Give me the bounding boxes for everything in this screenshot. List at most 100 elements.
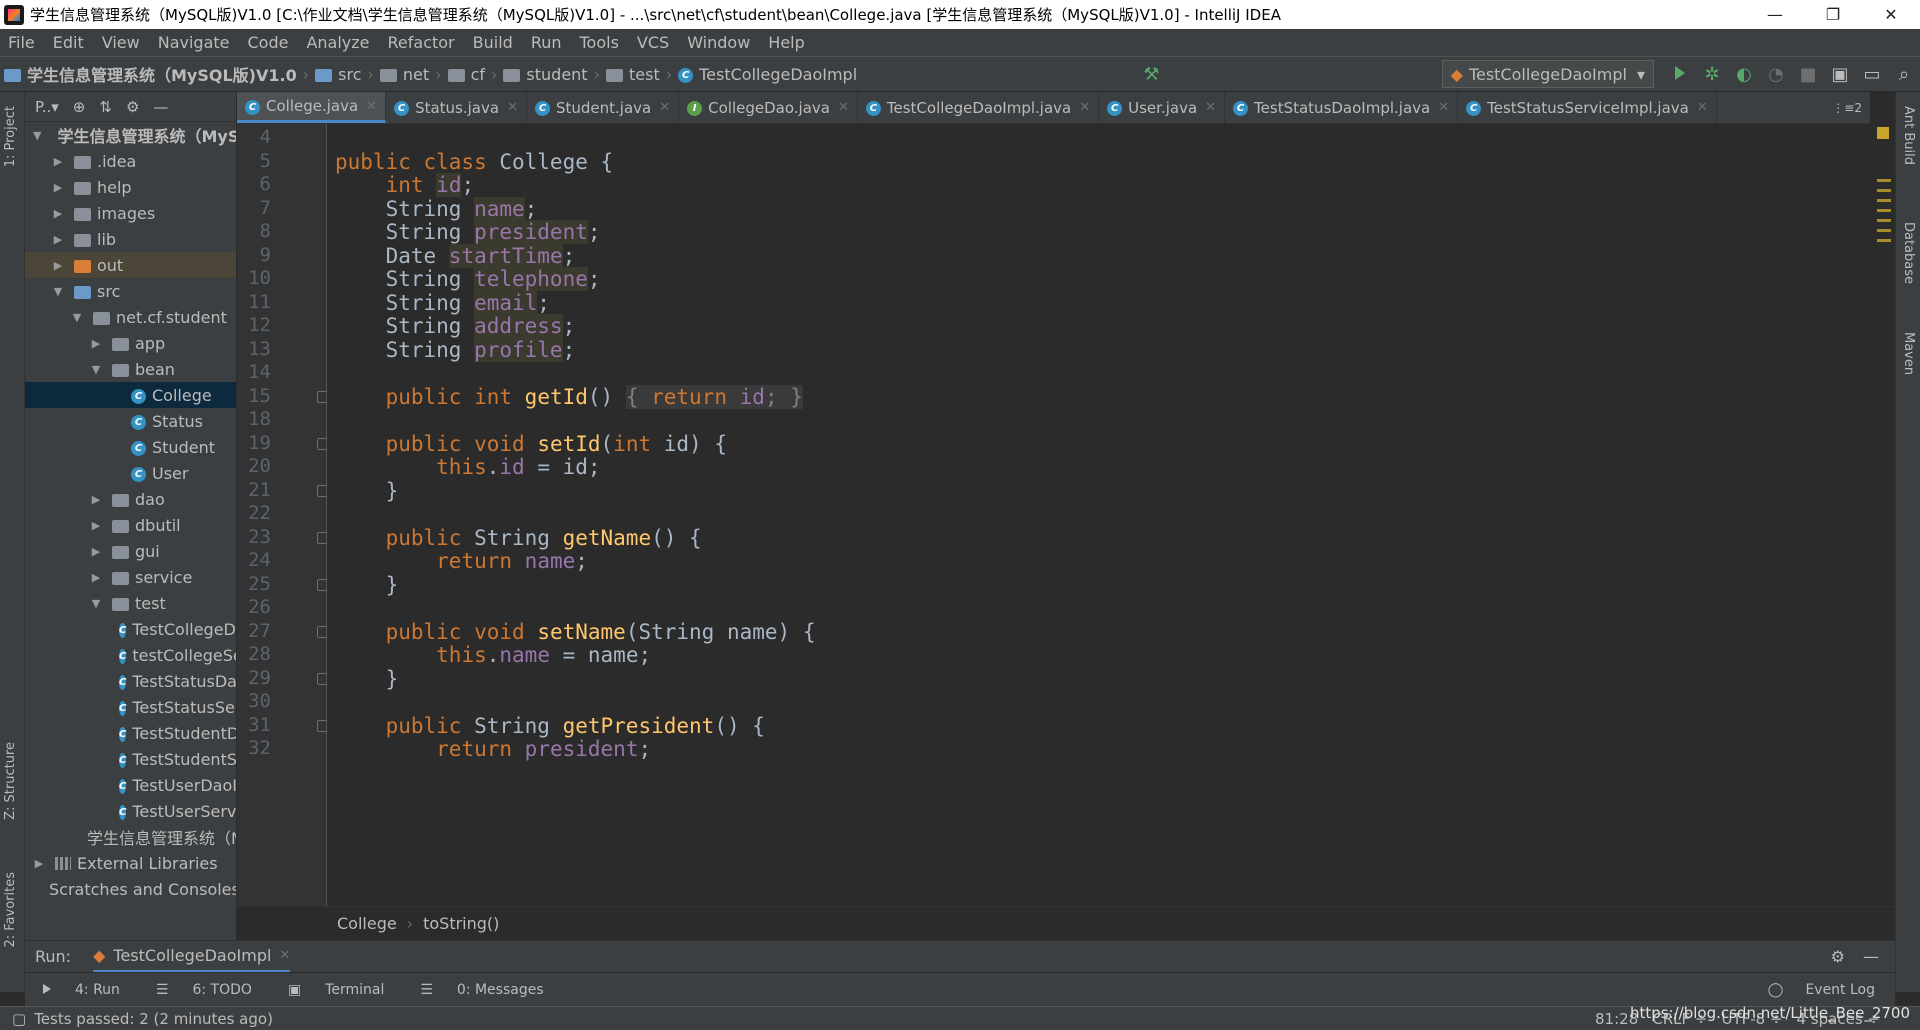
locate-icon[interactable]: ⊕ xyxy=(73,98,86,116)
nav-crumb-project[interactable]: 学生信息管理系统（MySQL版)V1.0 xyxy=(0,62,301,86)
expanded-arrow-icon[interactable]: ▼ xyxy=(52,285,64,298)
collapse-all-icon[interactable]: ⇅ xyxy=(99,98,112,116)
expanded-arrow-icon[interactable]: ▼ xyxy=(71,311,83,324)
menu-vcs[interactable]: VCS xyxy=(629,33,679,52)
code-line[interactable]: String president; xyxy=(335,220,601,244)
gear-icon[interactable]: ⚙ xyxy=(126,98,139,116)
menu-code[interactable]: Code xyxy=(240,33,299,52)
structure-tool-tab[interactable]: Z: Structure xyxy=(3,742,18,820)
code-line[interactable]: this.id = id; xyxy=(335,455,600,479)
run-config-tab[interactable]: ◆ TestCollegeDaoImpl ✕ xyxy=(93,941,291,972)
breadcrumb-class[interactable]: College xyxy=(337,914,397,933)
expanded-arrow-icon[interactable]: ▼ xyxy=(90,597,102,610)
menu-file[interactable]: File xyxy=(0,33,45,52)
tree-item[interactable]: ▼ src xyxy=(25,278,236,304)
collapsed-arrow-icon[interactable]: ▶ xyxy=(52,181,64,194)
close-button[interactable]: ✕ xyxy=(1862,5,1920,24)
collapsed-arrow-icon[interactable]: ▶ xyxy=(90,337,102,350)
tree-item[interactable]: ▶ lib xyxy=(25,226,236,252)
ant-build-tool-tab[interactable]: Ant Build xyxy=(1901,106,1916,165)
run-button[interactable] xyxy=(1664,64,1696,85)
collapsed-arrow-icon[interactable]: ▶ xyxy=(33,857,45,870)
tab-status-java[interactable]: C Status.java ✕ xyxy=(386,92,527,123)
nav-crumb-src[interactable]: src xyxy=(311,65,365,84)
tab-teststatusserviceimpl-java[interactable]: C TestStatusServiceImpl.java ✕ xyxy=(1458,92,1717,123)
collapsed-arrow-icon[interactable]: ▶ xyxy=(90,493,102,506)
profile-button[interactable]: ◔ xyxy=(1760,64,1792,85)
menu-view[interactable]: View xyxy=(94,33,150,52)
close-tab-icon[interactable]: ✕ xyxy=(1205,100,1216,115)
project-structure-button[interactable]: ▣ xyxy=(1824,64,1856,85)
code-line[interactable]: return name; xyxy=(335,549,588,573)
tree-item[interactable]: C Status xyxy=(25,408,236,434)
tree-item[interactable]: C TestStatusServiceImpl xyxy=(25,694,236,720)
menu-build[interactable]: Build xyxy=(465,33,523,52)
tree-item[interactable]: ▶ images xyxy=(25,200,236,226)
menu-edit[interactable]: Edit xyxy=(45,33,94,52)
tree-item[interactable]: C TestStudentServiceImpl xyxy=(25,746,236,772)
close-tab-icon[interactable]: ✕ xyxy=(279,948,290,963)
code-line[interactable]: String name; xyxy=(335,196,537,221)
code-line[interactable]: String telephone; xyxy=(335,267,601,291)
tree-item[interactable]: C Student xyxy=(25,434,236,460)
tree-item[interactable]: 学生信息管理系统（MySQL版)V1.0.iml xyxy=(25,824,236,850)
code-editor[interactable]: public class College { int id; String na… xyxy=(327,124,1870,906)
menu-window[interactable]: Window xyxy=(679,33,760,52)
tree-item[interactable]: C TestCollegeDaoImpl xyxy=(25,616,236,642)
restore-button[interactable]: ❐ xyxy=(1804,5,1862,24)
tree-item[interactable]: C TestStatusDaoImpl xyxy=(25,668,236,694)
expanded-arrow-icon[interactable]: ▼ xyxy=(90,363,102,376)
code-line[interactable]: public class College { xyxy=(335,150,613,174)
tree-item[interactable]: ▶ service xyxy=(25,564,236,590)
code-line[interactable]: public String getPresident() { xyxy=(335,714,765,738)
debug-button[interactable]: ✲ xyxy=(1696,64,1728,85)
search-icon[interactable]: ⌕ xyxy=(1888,64,1920,85)
collapsed-arrow-icon[interactable]: ▶ xyxy=(52,155,64,168)
close-tab-icon[interactable]: ✕ xyxy=(1438,100,1449,115)
code-line[interactable]: } xyxy=(335,667,399,691)
menu-refactor[interactable]: Refactor xyxy=(380,33,465,52)
tree-item[interactable]: C TestUserDaoImpl xyxy=(25,772,236,798)
tab-collegedao-java[interactable]: I CollegeDao.java ✕ xyxy=(679,92,858,123)
tree-item[interactable]: ▼ net.cf.student xyxy=(25,304,236,330)
project-view-selector[interactable]: P..▾ xyxy=(35,98,59,116)
code-line[interactable]: String profile; xyxy=(335,337,575,362)
code-line[interactable]: this.name = name; xyxy=(335,643,651,667)
stop-button[interactable]: ■ xyxy=(1792,64,1824,85)
menu-analyze[interactable]: Analyze xyxy=(298,33,379,52)
nav-crumb-test[interactable]: test xyxy=(602,65,664,84)
minimize-panel-icon[interactable]: — xyxy=(1863,947,1879,966)
tab-student-java[interactable]: C Student.java ✕ xyxy=(527,92,680,123)
tree-item[interactable]: ▶ gui xyxy=(25,538,236,564)
nav-crumb-cf[interactable]: cf xyxy=(444,65,489,84)
close-tab-icon[interactable]: ✕ xyxy=(366,99,377,114)
maven-tool-tab[interactable]: Maven xyxy=(1901,332,1916,375)
breadcrumb-method[interactable]: toString() xyxy=(423,914,499,933)
tree-item[interactable]: ▶ app xyxy=(25,330,236,356)
toggle-tool-windows-icon[interactable]: ▢ xyxy=(12,1010,26,1028)
tree-item[interactable]: ▼ test xyxy=(25,590,236,616)
menu-help[interactable]: Help xyxy=(760,33,814,52)
database-tool-tab[interactable]: Database xyxy=(1901,222,1916,284)
menu-tools[interactable]: Tools xyxy=(572,33,629,52)
close-tab-icon[interactable]: ✕ xyxy=(838,100,849,115)
tab-terminal[interactable]: ▣ Terminal xyxy=(270,982,384,998)
tab-teststatusdaoimpl-java[interactable]: C TestStatusDaoImpl.java ✕ xyxy=(1225,92,1459,123)
nav-crumb-net[interactable]: net xyxy=(376,65,433,84)
minimize-button[interactable]: — xyxy=(1746,5,1804,24)
tree-item[interactable]: ▶ help xyxy=(25,174,236,200)
code-line[interactable]: return president; xyxy=(335,737,651,761)
tab-todo[interactable]: ☰ 6: TODO xyxy=(138,982,252,998)
menu-run[interactable]: Run xyxy=(523,33,572,52)
collapsed-arrow-icon[interactable]: ▶ xyxy=(52,233,64,246)
code-line[interactable]: public int getId() { return id; } xyxy=(335,384,803,409)
close-tab-icon[interactable]: ✕ xyxy=(507,100,518,115)
tree-item[interactable]: ▶ .idea xyxy=(25,148,236,174)
tree-item[interactable]: ▶ dao xyxy=(25,486,236,512)
layout-button[interactable]: ▭ xyxy=(1856,64,1888,85)
tree-item[interactable]: ▶ dbutil xyxy=(25,512,236,538)
editor-error-stripe[interactable] xyxy=(1870,124,1895,906)
warning-indicator-icon[interactable] xyxy=(1877,127,1889,139)
tree-item[interactable]: Scratches and Consoles xyxy=(25,876,236,902)
code-line[interactable]: } xyxy=(335,573,399,597)
